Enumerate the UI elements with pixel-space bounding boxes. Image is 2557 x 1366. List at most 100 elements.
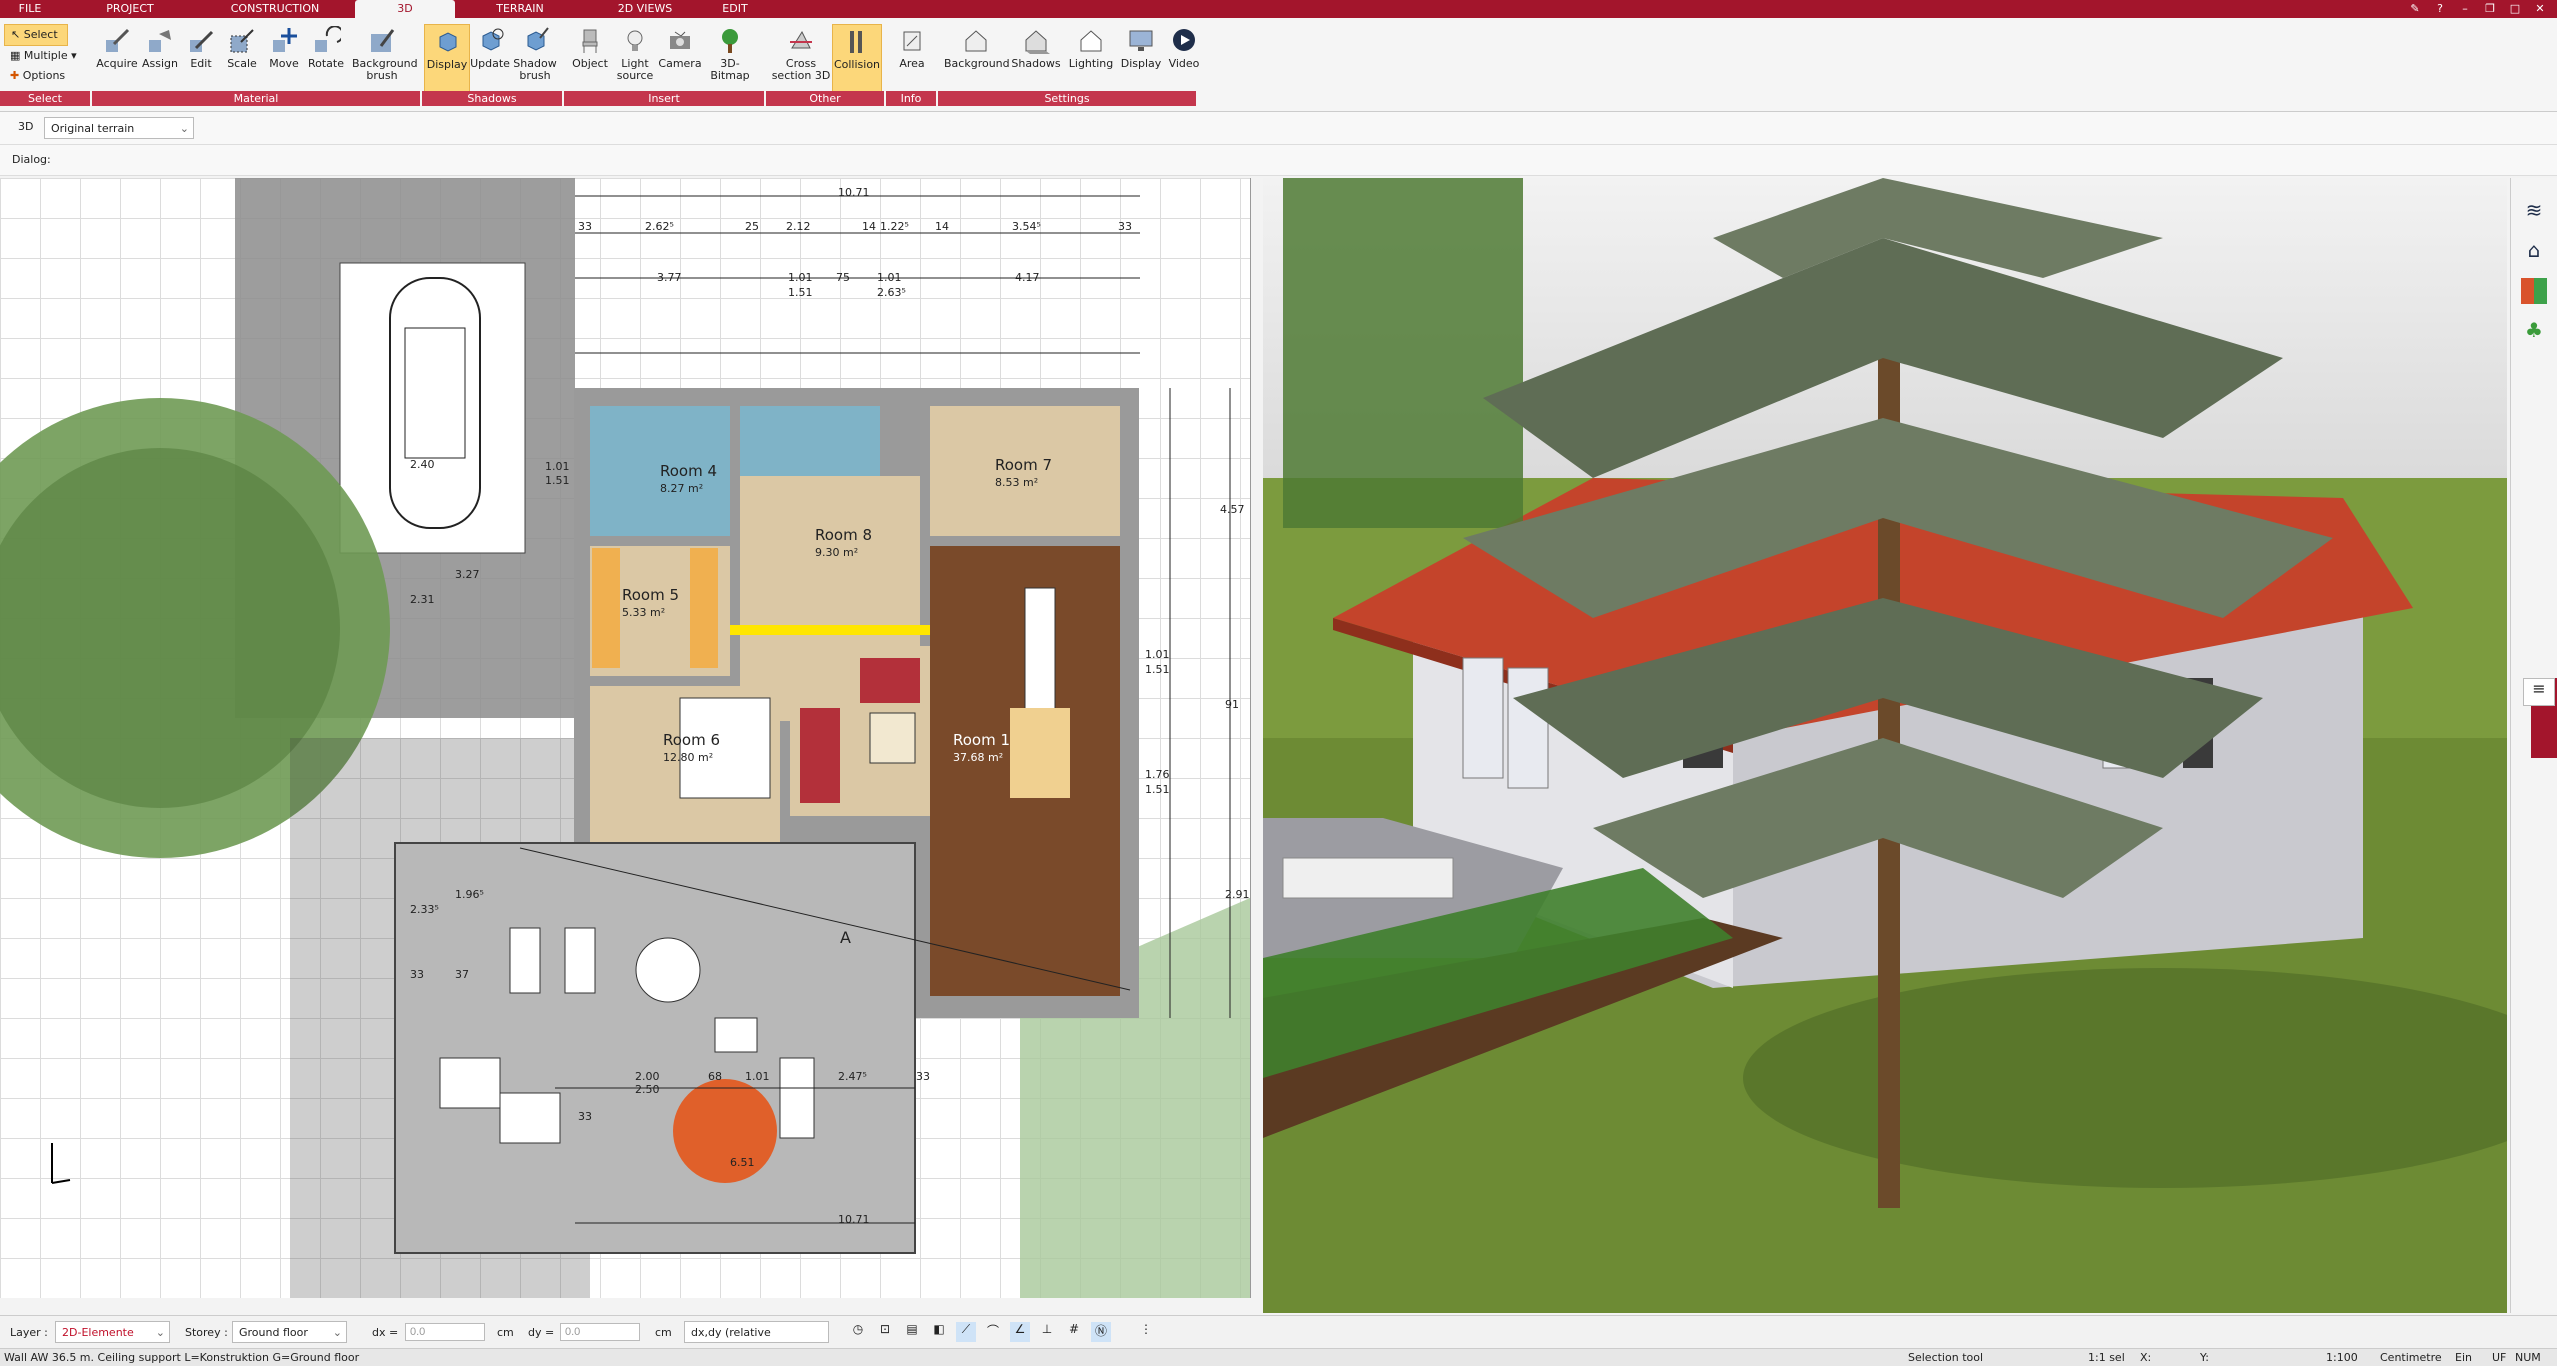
- assign-button[interactable]: Assign: [139, 24, 181, 92]
- maximize-icon[interactable]: □: [2505, 0, 2525, 18]
- options-icon: ✚: [10, 69, 20, 82]
- background-settings-button[interactable]: Background: [944, 24, 1010, 92]
- shadow-display-button[interactable]: Display: [424, 24, 470, 94]
- move-label: Move: [269, 57, 299, 70]
- cube-brush-icon: [527, 27, 549, 51]
- shadows-settings-button[interactable]: Shadows: [1008, 24, 1064, 92]
- lightbulb-icon: [627, 30, 643, 51]
- tab-edit[interactable]: EDIT: [705, 0, 765, 18]
- scale-button[interactable]: Scale: [221, 24, 263, 92]
- north-icon[interactable]: Ⓝ: [1091, 1322, 1111, 1342]
- group-settings: Settings: [938, 91, 1196, 106]
- snap-layer-icon[interactable]: ▤: [902, 1322, 922, 1342]
- dx-input[interactable]: [405, 1323, 485, 1341]
- shadow-brush-label: Shadow brush: [513, 57, 557, 82]
- status-message: Wall AW 36.5 m. Ceiling support L=Konstr…: [4, 1351, 360, 1364]
- grid-icon[interactable]: #: [1064, 1322, 1084, 1342]
- scale-icon: [230, 29, 254, 53]
- close-icon[interactable]: ✕: [2530, 0, 2550, 18]
- background-label: Background: [944, 57, 1010, 70]
- acquire-button[interactable]: Acquire: [95, 24, 139, 92]
- 3d-scene: [1263, 178, 2507, 1313]
- tree-icon: [722, 29, 738, 53]
- video-label: Video: [1168, 57, 1200, 70]
- camera-button[interactable]: Camera: [658, 24, 702, 92]
- object-button[interactable]: Object: [568, 24, 612, 92]
- current-tool: Selection tool: [1908, 1351, 1984, 1364]
- room-6-name: Room 6: [663, 731, 721, 749]
- multiple-label: Multiple: [23, 49, 68, 62]
- uf-indicator: UF: [2492, 1351, 2507, 1364]
- 3d-view[interactable]: [1263, 178, 2507, 1313]
- tab-construction[interactable]: CONSTRUCTION: [215, 0, 335, 18]
- collision-icon: [850, 31, 862, 53]
- multiple-button[interactable]: ▦ Multiple ▾: [4, 46, 84, 66]
- dy-input[interactable]: [560, 1323, 640, 1341]
- selection-count: 1:1 sel: [2088, 1351, 2125, 1364]
- more-options-icon[interactable]: ⋮: [1140, 1322, 1152, 1342]
- collision-button[interactable]: Collision: [832, 24, 882, 94]
- move-button[interactable]: Move: [263, 24, 305, 92]
- snap-arc-icon[interactable]: ⌒: [983, 1322, 1003, 1342]
- dim-seg-3: 25: [745, 220, 759, 233]
- tab-2d-views[interactable]: 2D VIEWS: [605, 0, 685, 18]
- menu-icon[interactable]: ≡: [2523, 678, 2555, 706]
- cross-section-3d-button[interactable]: Cross section 3D: [770, 24, 832, 92]
- floor-plan-view[interactable]: 10.71 33 2.62⁵ 25 2.12 14 1.22⁵ 14 3.54⁵…: [0, 178, 1251, 1298]
- layer-label: Layer :: [10, 1326, 48, 1339]
- group-material: Material: [92, 91, 420, 106]
- dim-left-8: 1.01: [545, 460, 570, 473]
- collision-label: Collision: [833, 58, 881, 71]
- video-button[interactable]: Video: [1164, 24, 1204, 92]
- layer-select[interactable]: 2D-Elemente ⌄: [55, 1321, 170, 1343]
- lighting-label: Lighting: [1068, 57, 1114, 70]
- dim-row2-7: 4.17: [1015, 271, 1040, 284]
- chevron-down-icon: ⌄: [332, 1326, 342, 1339]
- shadow-display-label: Display: [426, 58, 468, 71]
- area-label: Area: [899, 57, 925, 70]
- tab-3d[interactable]: 3D: [355, 0, 455, 18]
- snap-angle-icon[interactable]: ∠: [1010, 1322, 1030, 1342]
- edit-material-button[interactable]: Edit: [181, 24, 221, 92]
- materials-icon[interactable]: [2521, 278, 2547, 304]
- coord-mode-select[interactable]: dx,dy (relative cartesian): [684, 1321, 829, 1361]
- help-icon[interactable]: ?: [2430, 0, 2450, 18]
- room-7-area: 8.53 m²: [995, 476, 1039, 489]
- storey-select[interactable]: Ground floor ⌄: [232, 1321, 347, 1343]
- restore-icon[interactable]: ❐: [2480, 0, 2500, 18]
- shadow-update-button[interactable]: Update: [468, 24, 512, 92]
- lighting-button[interactable]: Lighting: [1064, 24, 1118, 92]
- select-button[interactable]: ↖ Select: [4, 24, 68, 46]
- minimize-icon[interactable]: –: [2455, 0, 2475, 18]
- x-coord-label: X:: [2140, 1351, 2152, 1364]
- pencil-icon: [190, 30, 214, 52]
- view-toolbar: 3D Original terrain ⌄: [0, 112, 2557, 145]
- tab-terrain[interactable]: TERRAIN: [480, 0, 560, 18]
- light-source-button[interactable]: Light source: [612, 24, 658, 92]
- tab-project[interactable]: PROJECT: [95, 0, 165, 18]
- dim-right-1: 4.57: [1220, 503, 1245, 516]
- snap-line-icon[interactable]: ⟋: [956, 1322, 976, 1342]
- tab-file[interactable]: FILE: [10, 0, 50, 18]
- background-brush-button[interactable]: Background brush: [347, 24, 418, 92]
- layers-icon[interactable]: ≋: [2521, 198, 2547, 224]
- tools-icon[interactable]: ✎: [2405, 0, 2425, 18]
- snap-object-icon[interactable]: ◧: [929, 1322, 949, 1342]
- snap-point-icon[interactable]: ⊡: [875, 1322, 895, 1342]
- dim-terrace-5: 2.47⁵: [838, 1070, 867, 1083]
- options-button[interactable]: ✚ Options: [4, 66, 84, 86]
- camera-label: Camera: [658, 57, 702, 70]
- terrain-select[interactable]: Original terrain ⌄: [44, 117, 194, 139]
- shadow-brush-button[interactable]: Shadow brush: [512, 24, 558, 92]
- rotate-button[interactable]: Rotate: [305, 24, 347, 92]
- ortho-icon[interactable]: ⊥: [1037, 1322, 1057, 1342]
- clock-icon[interactable]: ◷: [848, 1322, 868, 1342]
- display-settings-button[interactable]: Display: [1118, 24, 1164, 92]
- area-button[interactable]: Area: [890, 24, 934, 92]
- dim-left-3: 37: [455, 968, 469, 981]
- plants-icon[interactable]: ♣: [2521, 318, 2547, 344]
- bitmap-3d-button[interactable]: 3D-Bitmap: [702, 24, 758, 92]
- furniture-icon[interactable]: ⌂: [2521, 238, 2547, 264]
- unit-value: Centimetre: [2380, 1351, 2442, 1364]
- display-settings-label: Display: [1120, 57, 1162, 70]
